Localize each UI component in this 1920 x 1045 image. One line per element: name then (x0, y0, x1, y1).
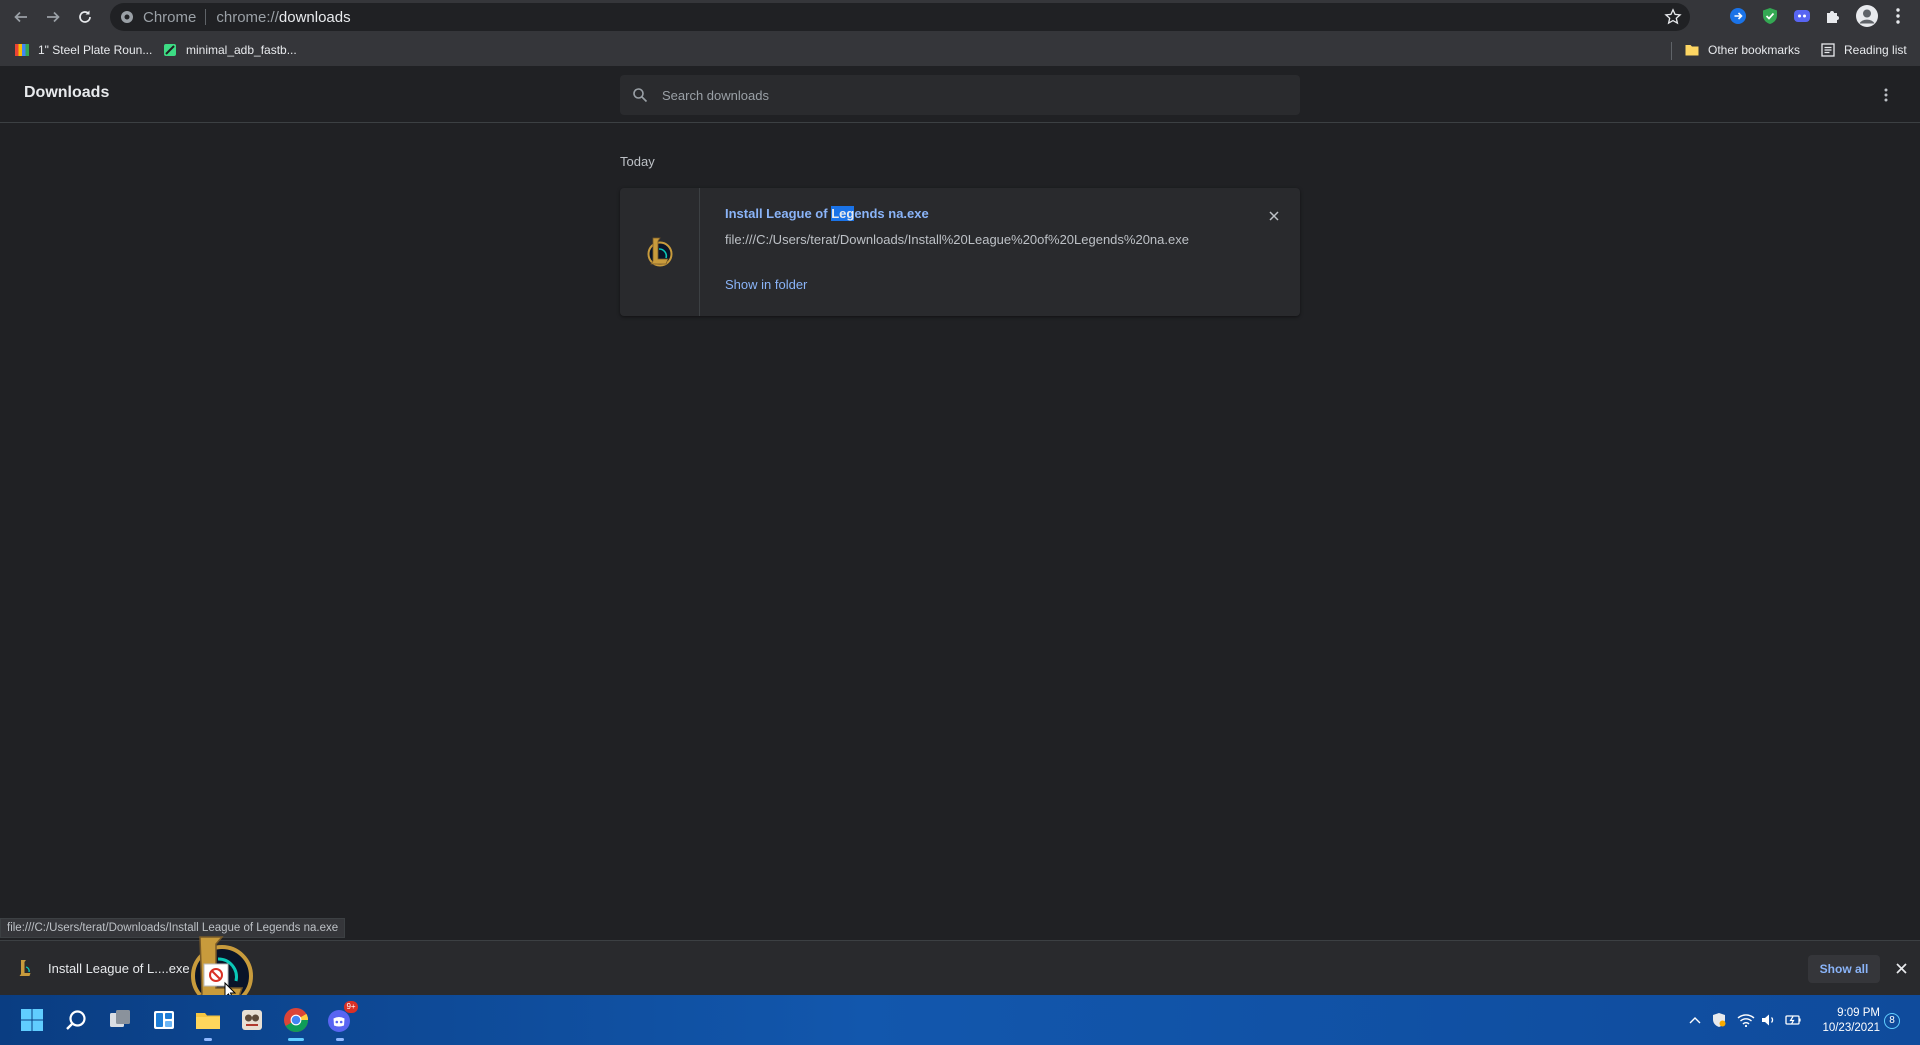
volume-tray-button[interactable] (1760, 1011, 1778, 1029)
browser-toolbar: Chrome chrome://downloads (0, 0, 1920, 34)
reload-icon (79, 10, 91, 23)
search-icon (66, 1010, 86, 1030)
downloads-header: Downloads Search downloads (0, 67, 1920, 123)
windows-taskbar: 9+ 9:09 PM 10/23/2021 8 (0, 995, 1920, 1045)
file-explorer-icon (196, 1013, 220, 1029)
taskbar-search-button[interactable] (59, 1003, 93, 1037)
bookmark-star-icon[interactable] (1664, 8, 1682, 26)
notification-center-badge[interactable]: 8 (1884, 1013, 1900, 1029)
show-hidden-icons-button[interactable] (1686, 1011, 1704, 1029)
blue-extension-icon[interactable] (1728, 6, 1748, 26)
close-icon (1895, 962, 1907, 974)
reading-list[interactable]: Reading list (1820, 41, 1907, 59)
back-button[interactable] (8, 4, 34, 30)
running-indicator (204, 1038, 212, 1041)
league-of-legends-icon[interactable] (645, 235, 675, 269)
download-shelf: Install League of L....exe Show all (0, 940, 1920, 995)
bookmark-label: 1" Steel Plate Roun... (38, 43, 153, 57)
android-favicon-icon (164, 44, 176, 56)
close-shelf-button[interactable] (1890, 957, 1912, 979)
clock-time: 9:09 PM (1837, 1007, 1880, 1019)
battery-charging-icon (1785, 1015, 1801, 1025)
task-view-button[interactable] (103, 1003, 137, 1037)
url-text[interactable]: chrome://downloads (216, 9, 350, 26)
bookmarks-bar: 1" Steel Plate Roun... minimal_adb_fastb… (0, 34, 1920, 67)
omnibox-separator (205, 9, 207, 25)
taskbar-app-button[interactable] (235, 1003, 269, 1037)
back-icon (14, 11, 27, 23)
volume-icon (1762, 1014, 1774, 1026)
start-button[interactable] (15, 1003, 49, 1037)
chrome-page-icon[interactable] (120, 10, 134, 24)
shelf-item-label: Install League of L....exe (48, 960, 190, 976)
task-view-icon (110, 1010, 130, 1027)
bookmark-item[interactable]: minimal_adb_fastb... (162, 41, 297, 59)
status-bubble-url: file:///C:/Users/terat/Downloads/Install… (0, 918, 346, 938)
profile-avatar[interactable] (1856, 5, 1878, 27)
show-in-folder-link[interactable]: Show in folder (725, 277, 807, 292)
address-bar[interactable]: Chrome chrome://downloads (110, 3, 1690, 31)
reading-list-label: Reading list (1844, 43, 1907, 57)
security-tray-button[interactable] (1710, 1011, 1728, 1029)
discord-badge: 9+ (344, 1001, 358, 1013)
running-indicator (336, 1038, 344, 1041)
widgets-button[interactable] (147, 1003, 181, 1037)
search-downloads-input[interactable]: Search downloads (620, 75, 1300, 115)
search-placeholder: Search downloads (662, 87, 769, 103)
discord-extension-icon[interactable] (1792, 6, 1812, 26)
downloads-menu-button[interactable] (1874, 83, 1898, 107)
bookmark-item[interactable]: 1" Steel Plate Roun... (14, 41, 152, 59)
widgets-icon (154, 1011, 174, 1029)
selected-text: Leg (831, 206, 855, 221)
discord-taskbar-button[interactable]: 9+ (323, 1001, 358, 1041)
file-icon-column (620, 188, 700, 316)
chrome-icon (284, 1008, 308, 1032)
other-bookmarks[interactable]: Other bookmarks (1684, 41, 1800, 59)
active-indicator (288, 1038, 304, 1041)
file-source-url: file:///C:/Users/terat/Downloads/Install… (725, 232, 1189, 247)
remove-download-button[interactable] (1264, 206, 1284, 226)
wifi-tray-button[interactable] (1737, 1011, 1755, 1029)
shelf-download-item[interactable]: Install League of L....exe (16, 955, 190, 981)
close-icon (1269, 211, 1279, 221)
app-icon (242, 1010, 262, 1030)
page-title: Downloads (24, 84, 110, 101)
date-section-heading: Today (620, 154, 655, 169)
folder-icon (1685, 45, 1699, 56)
wifi-icon (1737, 1014, 1755, 1027)
site-label: Chrome (143, 8, 197, 26)
other-bookmarks-label: Other bookmarks (1708, 43, 1801, 57)
bookmarks-separator (1671, 42, 1672, 60)
more-vert-icon (1884, 88, 1888, 102)
chrome-menu-button[interactable] (1888, 6, 1908, 26)
chevron-up-icon (1689, 1017, 1701, 1024)
download-item-card: Install League of Legends na.exe file://… (620, 188, 1300, 316)
battery-tray-button[interactable] (1784, 1011, 1802, 1029)
reading-list-icon (1821, 43, 1835, 57)
avatar-icon (1856, 5, 1878, 27)
striped-favicon-icon (15, 44, 29, 56)
system-clock[interactable]: 9:09 PM 10/23/2021 (1810, 1006, 1880, 1036)
reload-button[interactable] (72, 4, 98, 30)
forward-icon (47, 11, 60, 23)
puzzle-extensions-icon[interactable] (1823, 6, 1843, 26)
windows-start-icon (21, 1009, 43, 1031)
bookmark-label: minimal_adb_fastb... (186, 43, 297, 57)
show-all-button[interactable]: Show all (1808, 955, 1880, 983)
green-shield-extension-icon[interactable] (1760, 6, 1780, 26)
league-of-legends-small-icon (19, 960, 31, 976)
more-vert-icon (1896, 8, 1900, 24)
clock-date: 10/23/2021 (1822, 1022, 1880, 1034)
search-icon (633, 88, 648, 103)
forward-button[interactable] (40, 4, 66, 30)
chrome-taskbar-button[interactable] (279, 1003, 313, 1041)
file-name-link[interactable]: Install League of Legends na.exe (725, 206, 929, 221)
defender-icon (1713, 1013, 1726, 1027)
file-explorer-button[interactable] (191, 1003, 225, 1041)
